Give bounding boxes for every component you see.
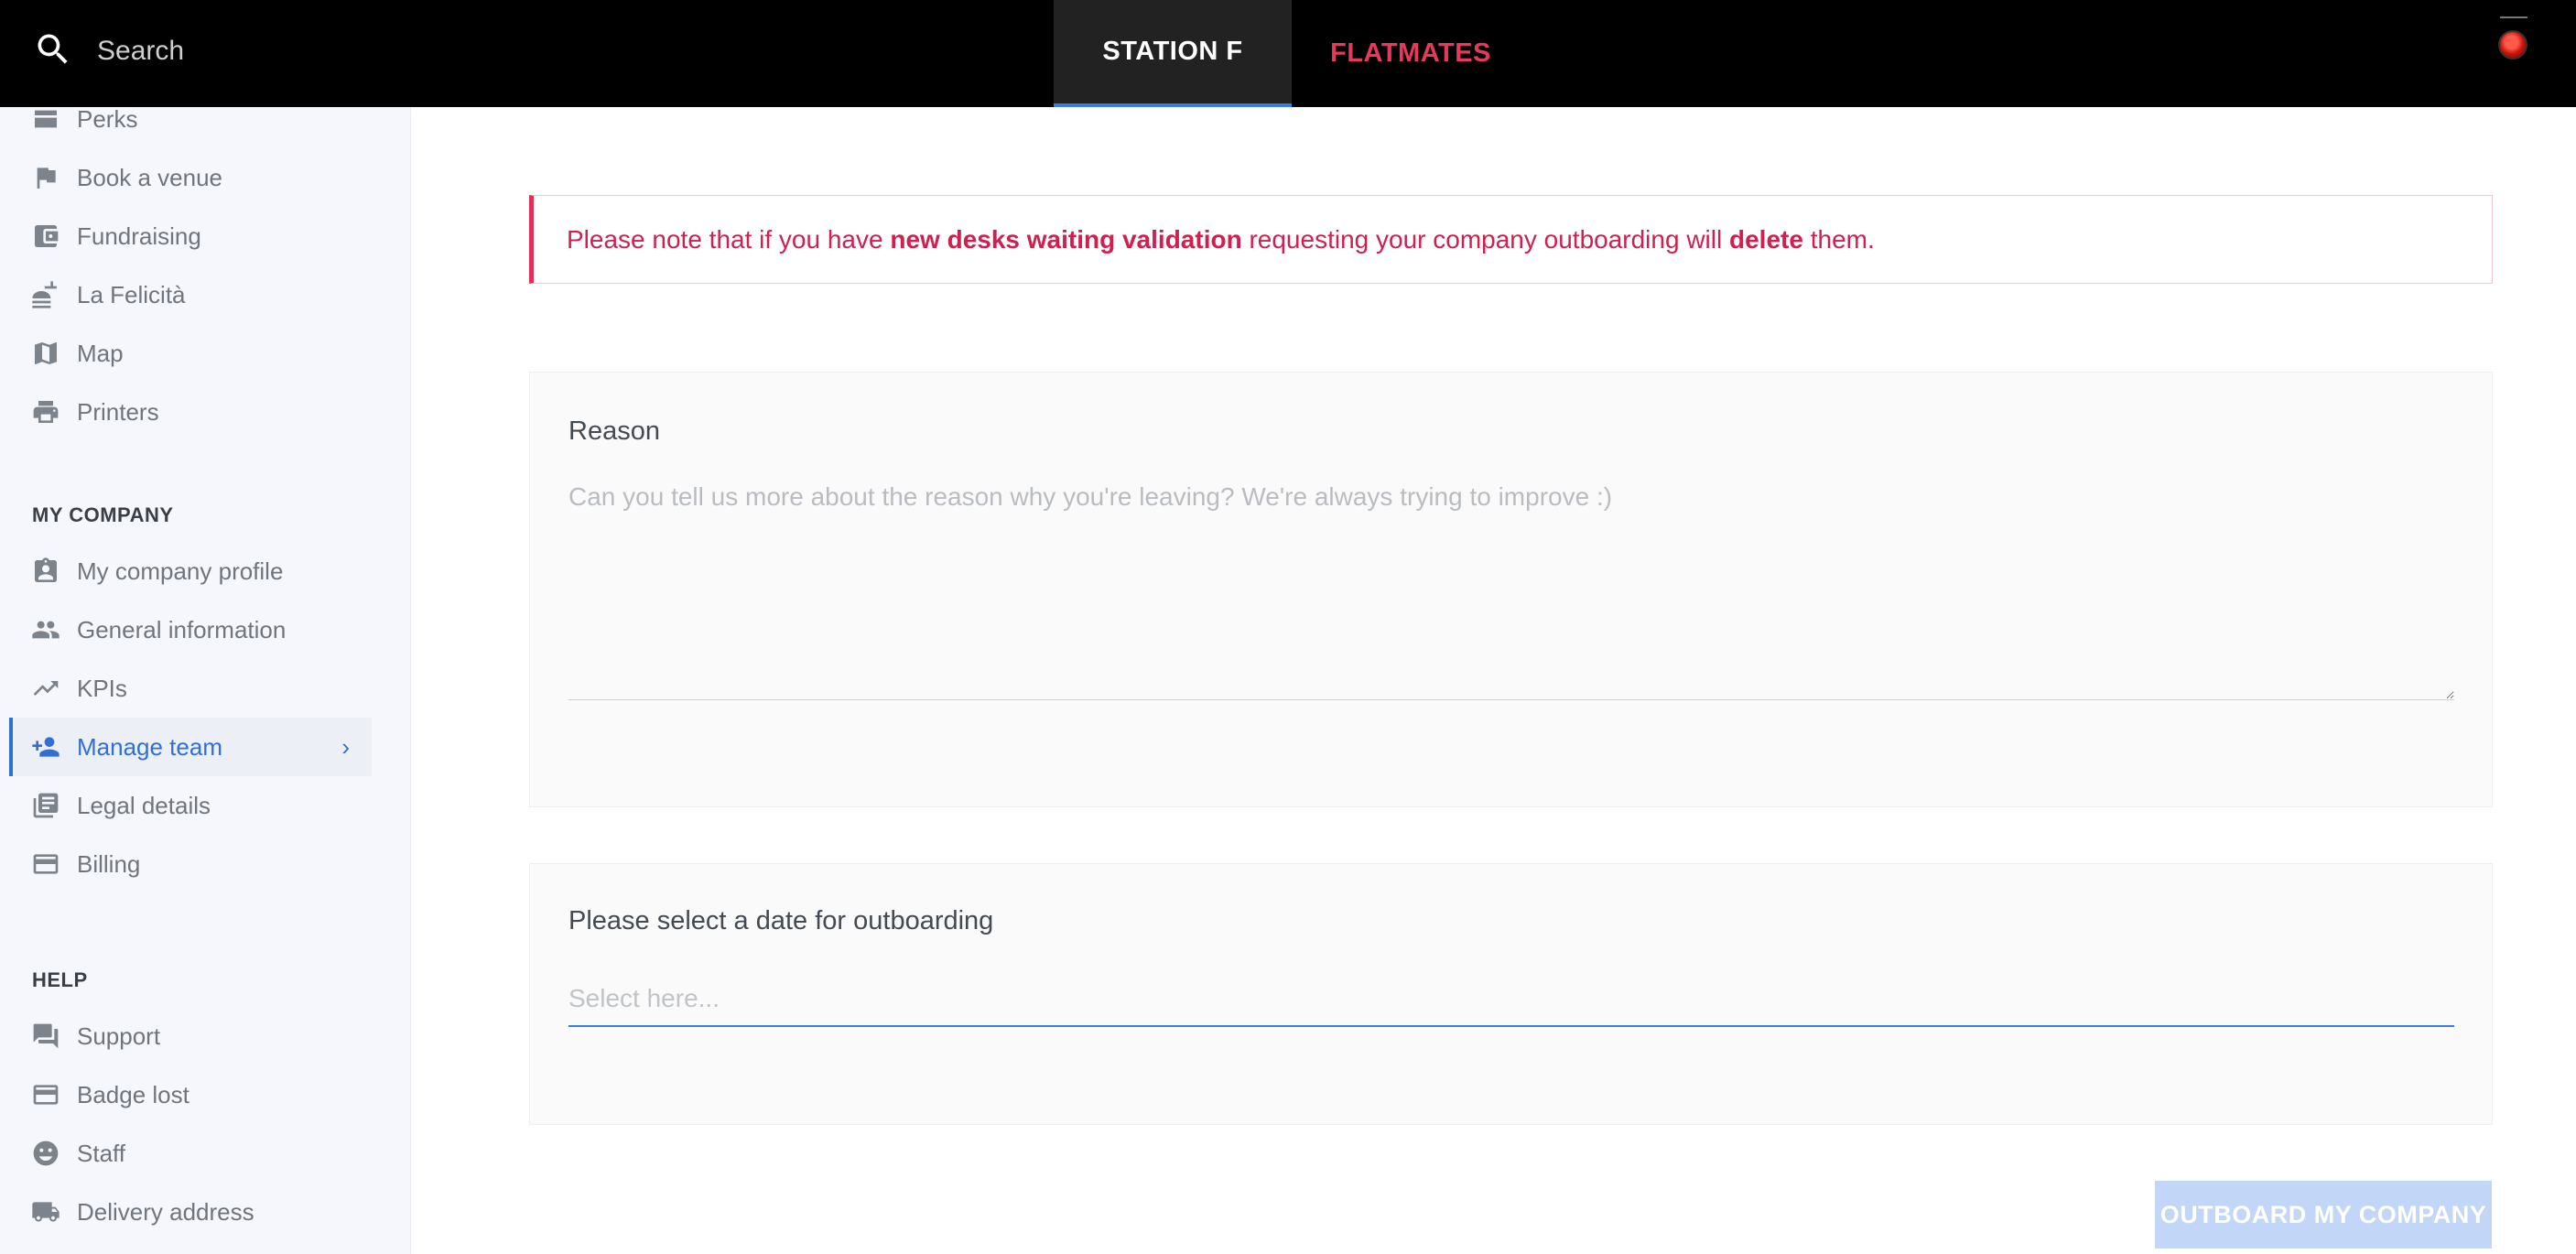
outboard-company-button[interactable]: OUTBOARD MY COMPANY [2155,1181,2492,1249]
sidebar-item-kpis[interactable]: KPIs [9,659,372,718]
sidebar-item-label: My company profile [77,557,284,585]
wallet-icon [35,225,59,247]
sidebar-item-la-felicita[interactable]: La Felicità [9,265,372,324]
sidebar-item-label: KPIs [77,674,127,702]
add-person-icon [32,737,60,757]
tab-flatmates[interactable]: FLATMATES [1292,0,1530,107]
sidebar-item-label: Support [77,1022,161,1050]
truck-icon [32,1202,60,1222]
sidebar-item-label: Delivery address [77,1197,254,1226]
flag-icon [37,168,56,189]
sidebar-item-general-information[interactable]: General information [9,600,372,659]
alert-text: Please note that if you have new desks w… [567,224,1875,254]
warning-alert: Please note that if you have new desks w… [529,195,2493,284]
sidebar-item-badge-lost[interactable]: Badge lost [9,1065,372,1124]
reason-card: Reason [529,372,2493,807]
food-icon [32,281,57,308]
sidebar-item-label: Book a venue [77,163,223,191]
sidebar-item-label: Billing [77,849,141,878]
sidebar-item-label: Fundraising [77,222,201,250]
search-input[interactable]: Search [97,36,184,67]
perks-icon [35,110,57,128]
search-bar[interactable]: Search [33,26,184,77]
tab-station-f[interactable]: STATION F [1054,0,1292,107]
section-title-help: HELP [32,968,88,991]
sidebar-item-label: Legal details [77,791,211,819]
date-card: Please select a date for outboarding Sel… [529,863,2493,1125]
sidebar-item-map[interactable]: Map [9,324,372,383]
people-icon [32,621,60,639]
printer-icon [33,401,59,423]
face-icon [33,1140,59,1166]
sidebar-item-label: Badge lost [77,1080,189,1108]
record-icon[interactable] [2498,30,2527,59]
sidebar-item-label: La Felicità [77,280,186,308]
section-title-my-company: MY COMPANY [32,503,174,526]
badge-icon [35,557,57,582]
reason-textarea[interactable] [568,482,2454,700]
sidebar-item-book-a-venue[interactable]: Book a venue [9,148,372,207]
credit-card-icon [33,854,59,874]
sidebar-item-billing[interactable]: Billing [9,835,372,893]
map-icon [35,342,57,364]
sidebar-item-label: Map [77,339,124,367]
sidebar-item-label: Staff [77,1139,126,1167]
sidebar: Perks Book a venue Fundraising La Felici… [0,107,411,1254]
date-label: Please select a date for outboarding [568,906,994,935]
search-icon[interactable] [33,29,73,74]
credit-card-icon [33,1085,59,1105]
sidebar-item-printers[interactable]: Printers [9,383,372,441]
sidebar-item-manage-team[interactable]: Manage team › [9,718,372,776]
sidebar-item-delivery-address[interactable]: Delivery address [9,1183,372,1241]
sidebar-item-label: Printers [77,397,159,426]
sidebar-item-label: General information [77,615,287,643]
sidebar-item-staff[interactable]: Staff [9,1124,372,1183]
app-tabs: STATION F FLATMATES [1054,0,1530,107]
chat-icon [33,1023,59,1049]
sidebar-item-my-company-profile[interactable]: My company profile [9,542,372,600]
sidebar-item-legal-details[interactable]: Legal details [9,776,372,835]
reason-label: Reason [568,416,660,446]
sidebar-item-label: Perks [77,107,138,133]
top-bar: Search STATION F FLATMATES [0,0,2576,107]
sidebar-item-support[interactable]: Support [9,1007,372,1065]
sidebar-item-perks[interactable]: Perks [9,107,372,148]
library-icon [33,793,59,818]
sidebar-item-label: Manage team [77,732,222,761]
divider [2500,16,2527,18]
sidebar-item-fundraising[interactable]: Fundraising [9,207,372,265]
chevron-right-icon: › [341,732,350,761]
trending-icon [33,681,59,696]
date-picker-input[interactable]: Select here... [568,972,2454,1027]
